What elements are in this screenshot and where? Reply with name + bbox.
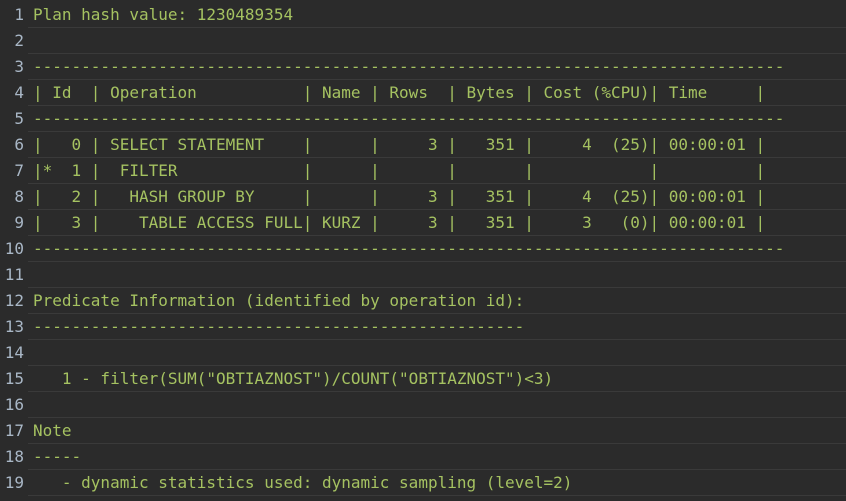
line-number: 18 xyxy=(4,447,24,466)
line-number: 7 xyxy=(14,161,24,180)
line-number: 3 xyxy=(14,57,24,76)
line-number: 2 xyxy=(14,31,24,50)
note-separator-line[interactable]: ----- xyxy=(28,444,846,470)
note-text-line[interactable]: - dynamic statistics used: dynamic sampl… xyxy=(28,470,846,496)
line-number: 17 xyxy=(4,421,24,440)
table-separator-line[interactable]: ----------------------------------------… xyxy=(28,106,846,132)
line-number: 10 xyxy=(4,239,24,258)
blank-line[interactable] xyxy=(28,262,846,288)
line-number: 8 xyxy=(14,187,24,206)
code-editor[interactable]: 1 2 3 4 5 6 7 8 9 10 11 12 13 14 15 16 1… xyxy=(0,0,846,501)
table-separator-line[interactable]: ----------------------------------------… xyxy=(28,54,846,80)
table-header-line[interactable]: | Id | Operation | Name | Rows | Bytes |… xyxy=(28,80,846,106)
line-number-gutter: 1 2 3 4 5 6 7 8 9 10 11 12 13 14 15 16 1… xyxy=(0,2,28,501)
line-number: 19 xyxy=(4,473,24,492)
line-number: 12 xyxy=(4,291,24,310)
note-heading-line[interactable]: Note xyxy=(28,418,846,444)
line-number: 13 xyxy=(4,317,24,336)
line-number: 4 xyxy=(14,83,24,102)
plan-hash-line[interactable]: Plan hash value: 1230489354 xyxy=(28,2,846,28)
blank-line[interactable] xyxy=(28,28,846,54)
blank-line[interactable] xyxy=(28,340,846,366)
predicate-heading-line[interactable]: Predicate Information (identified by ope… xyxy=(28,288,846,314)
line-number: 15 xyxy=(4,369,24,388)
line-number: 16 xyxy=(4,395,24,414)
table-row-line[interactable]: |* 1 | FILTER | | | | | | xyxy=(28,158,846,184)
line-number: 1 xyxy=(14,5,24,24)
predicate-filter-line[interactable]: 1 - filter(SUM("OBTIAZNOST")/COUNT("OBTI… xyxy=(28,366,846,392)
table-row-line[interactable]: | 2 | HASH GROUP BY | | 3 | 351 | 4 (25)… xyxy=(28,184,846,210)
table-separator-line[interactable]: ----------------------------------------… xyxy=(28,236,846,262)
line-number: 11 xyxy=(4,265,24,284)
blank-line[interactable] xyxy=(28,392,846,418)
table-row-line[interactable]: | 0 | SELECT STATEMENT | | 3 | 351 | 4 (… xyxy=(28,132,846,158)
table-row-line[interactable]: | 3 | TABLE ACCESS FULL| KURZ | 3 | 351 … xyxy=(28,210,846,236)
line-number: 14 xyxy=(4,343,24,362)
line-number: 6 xyxy=(14,135,24,154)
predicate-separator-line[interactable]: ----------------------------------------… xyxy=(28,314,846,340)
code-content[interactable]: Plan hash value: 1230489354 ------------… xyxy=(28,2,846,501)
line-number: 9 xyxy=(14,213,24,232)
line-number: 5 xyxy=(14,109,24,128)
